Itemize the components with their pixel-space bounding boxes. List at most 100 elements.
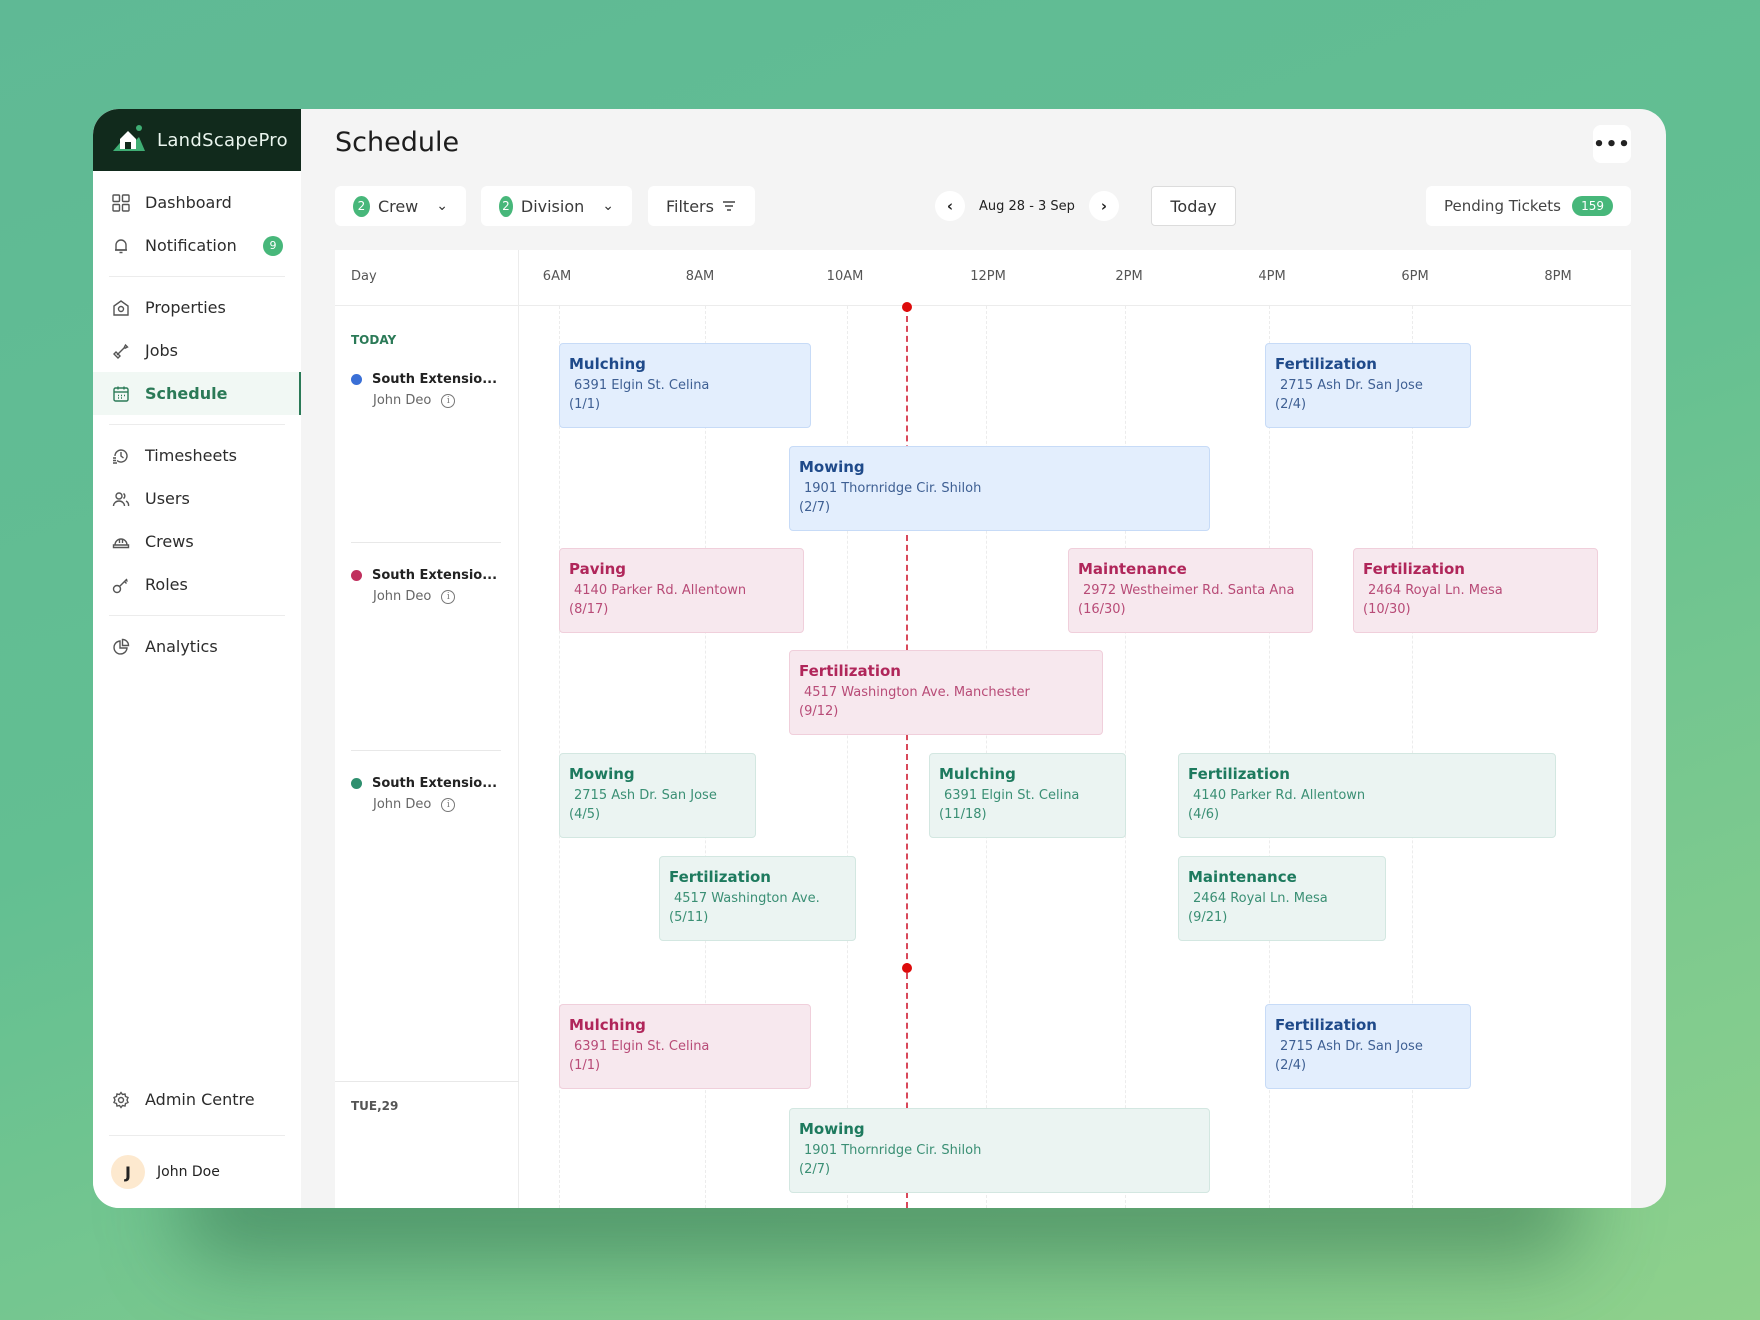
main-content: Schedule ••• 2 Crew ⌄ 2 Division ⌄ Filte… <box>301 109 1666 1208</box>
job-progress: (2/4) <box>1275 1058 1307 1073</box>
sidebar-item-properties[interactable]: Properties <box>109 286 285 329</box>
day-label-tue: TUE,29 <box>351 1099 399 1113</box>
sidebar-item-label: Roles <box>145 575 188 594</box>
job-card[interactable]: Mulching 6391 Elgin St. Celina (1/1) <box>559 1004 811 1089</box>
job-title: Fertilization <box>669 868 771 886</box>
job-progress: (1/1) <box>569 397 601 412</box>
job-title: Mulching <box>569 355 646 373</box>
filters-button[interactable]: Filters <box>648 186 755 226</box>
brand[interactable]: LandScapePro <box>93 109 301 171</box>
job-card[interactable]: Mulching 6391 Elgin St. Celina (11/18) <box>929 753 1126 838</box>
more-horizontal-icon: ••• <box>1593 133 1631 155</box>
sidebar-item-jobs[interactable]: Jobs <box>109 329 285 372</box>
shovel-icon <box>111 341 131 361</box>
time-label: 12PM <box>970 269 1006 284</box>
crew-lead: John Deo <box>373 393 432 408</box>
info-icon[interactable]: i <box>441 797 456 812</box>
next-week-button[interactable]: › <box>1088 191 1119 221</box>
job-address: 2715 Ash Dr. San Jose <box>1280 1039 1423 1054</box>
sidebar-item-label: Crews <box>145 532 194 551</box>
job-card[interactable]: Fertilization 2715 Ash Dr. San Jose (2/4) <box>1265 343 1471 428</box>
row-separator <box>351 750 501 751</box>
job-card[interactable]: Maintenance 2972 Westheimer Rd. Santa Ana… <box>1068 548 1313 633</box>
job-progress: (9/12) <box>799 704 839 719</box>
sidebar-item-analytics[interactable]: Analytics <box>109 625 285 668</box>
logo-house-icon <box>111 123 147 157</box>
job-progress: (4/6) <box>1188 807 1220 822</box>
job-card[interactable]: Fertilization 2464 Royal Ln. Mesa (10/30) <box>1353 548 1598 633</box>
crew-row-3[interactable]: South Extensio... John Deo i <box>351 776 511 812</box>
bell-icon <box>111 236 131 256</box>
job-progress: (9/21) <box>1188 910 1228 925</box>
current-time-marker <box>902 963 912 973</box>
job-address: 2464 Royal Ln. Mesa <box>1193 891 1328 906</box>
sidebar-item-label: Users <box>145 489 190 508</box>
sidebar-item-admin-centre[interactable]: Admin Centre <box>109 1078 285 1121</box>
date-navigator: ‹ Aug 28 - 3 Sep › <box>935 186 1119 226</box>
job-card[interactable]: Fertilization 4517 Washington Ave. (5/11) <box>659 856 856 941</box>
job-address: 2715 Ash Dr. San Jose <box>574 788 717 803</box>
hardhat-icon <box>111 532 131 552</box>
info-icon[interactable]: i <box>441 589 456 604</box>
job-progress: (4/5) <box>569 807 601 822</box>
sidebar-item-label: Schedule <box>145 384 228 403</box>
sidebar-item-timesheets[interactable]: Timesheets <box>109 434 285 477</box>
crew-color-dot <box>351 374 362 385</box>
job-card[interactable]: Paving 4140 Parker Rd. Allentown (8/17) <box>559 548 804 633</box>
sidebar-nav: Dashboard Notification 9 Properties Jobs… <box>93 171 301 668</box>
job-address: 2464 Royal Ln. Mesa <box>1368 583 1503 598</box>
pending-tickets-button[interactable]: Pending Tickets 159 <box>1426 186 1631 226</box>
time-label: 6AM <box>542 269 572 284</box>
divider <box>109 276 285 277</box>
job-card[interactable]: Mowing 1901 Thornridge Cir. Shiloh (2/7) <box>789 1108 1210 1193</box>
user-profile[interactable]: J John Doe <box>109 1136 285 1208</box>
previous-week-button[interactable]: ‹ <box>935 191 965 221</box>
crew-filter-dropdown[interactable]: 2 Crew ⌄ <box>335 186 466 226</box>
current-time-marker <box>902 302 912 312</box>
sidebar-item-dashboard[interactable]: Dashboard <box>109 181 285 224</box>
crew-color-dot <box>351 570 362 581</box>
more-options-button[interactable]: ••• <box>1593 125 1631 163</box>
info-icon[interactable]: i <box>441 393 456 408</box>
job-title: Mulching <box>569 1016 646 1034</box>
job-card[interactable]: Fertilization 2715 Ash Dr. San Jose (2/4) <box>1265 1004 1471 1089</box>
sidebar-item-crews[interactable]: Crews <box>109 520 285 563</box>
job-title: Mulching <box>939 765 1016 783</box>
divider <box>109 615 285 616</box>
crew-row-1[interactable]: South Extensio... John Deo i <box>351 372 511 408</box>
calendar-icon <box>111 384 131 404</box>
today-button[interactable]: Today <box>1151 186 1236 226</box>
job-address: 4140 Parker Rd. Allentown <box>1193 788 1366 803</box>
division-filter-dropdown[interactable]: 2 Division ⌄ <box>481 186 632 226</box>
job-progress: (8/17) <box>569 602 609 617</box>
avatar: J <box>111 1155 145 1189</box>
sidebar-item-label: Jobs <box>145 341 178 360</box>
sidebar-item-label: Properties <box>145 298 226 317</box>
day-separator <box>335 1081 519 1082</box>
sidebar-item-schedule[interactable]: Schedule <box>93 372 301 415</box>
pending-tickets-count: 159 <box>1572 196 1613 216</box>
chevron-down-icon: ⌄ <box>602 198 614 214</box>
job-card[interactable]: Fertilization 4140 Parker Rd. Allentown (4… <box>1178 753 1556 838</box>
division-filter-label: Division <box>520 196 585 216</box>
crew-row-2[interactable]: South Extensio... John Deo i <box>351 568 511 604</box>
job-progress: (2/4) <box>1275 397 1307 412</box>
job-title: Fertilization <box>799 662 901 680</box>
job-progress: (2/7) <box>799 1162 831 1177</box>
gear-icon <box>111 1090 131 1110</box>
job-title: Maintenance <box>1188 868 1297 886</box>
crew-name: South Extensio... <box>372 776 498 791</box>
sidebar-item-notification[interactable]: Notification 9 <box>109 224 285 267</box>
time-label: 10AM <box>826 269 864 284</box>
job-card[interactable]: Maintenance 2464 Royal Ln. Mesa (9/21) <box>1178 856 1386 941</box>
job-title: Maintenance <box>1078 560 1187 578</box>
key-icon <box>111 575 131 595</box>
job-card[interactable]: Fertilization 4517 Washington Ave. Manche… <box>789 650 1103 735</box>
sidebar-item-roles[interactable]: Roles <box>109 563 285 606</box>
crew-lead: John Deo <box>373 797 432 812</box>
job-card[interactable]: Mowing 1901 Thornridge Cir. Shiloh (2/7) <box>789 446 1210 531</box>
job-card[interactable]: Mulching 6391 Elgin St. Celina (1/1) <box>559 343 811 428</box>
job-card[interactable]: Mowing 2715 Ash Dr. San Jose (4/5) <box>559 753 756 838</box>
users-icon <box>111 489 131 509</box>
sidebar-item-users[interactable]: Users <box>109 477 285 520</box>
